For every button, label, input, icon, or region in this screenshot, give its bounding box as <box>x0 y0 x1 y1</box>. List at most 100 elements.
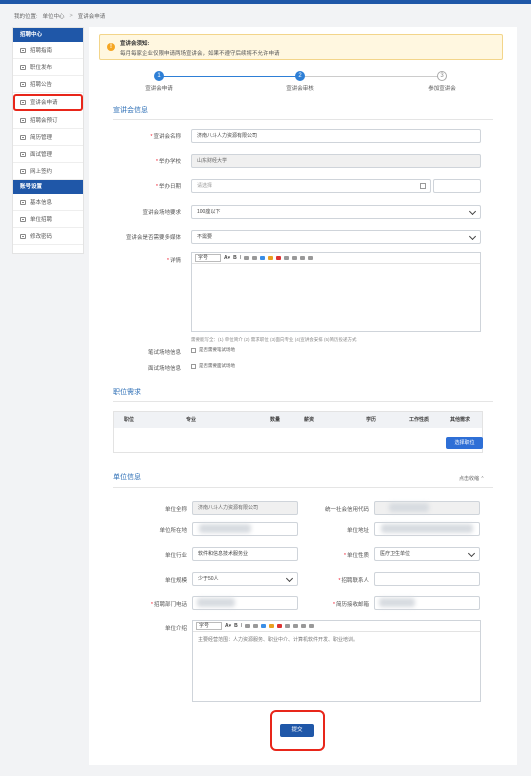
document-icon <box>20 81 26 87</box>
intro-text: 主要经营范围：人力资源服务、职业中介、计算机软件开发、职业培训。 <box>198 637 359 643</box>
font-color-icon[interactable]: A▾ <box>225 623 231 629</box>
sidebar-item-basic-info[interactable]: 基本信息 <box>13 194 83 211</box>
school-input: 山东财经大学 <box>191 154 481 168</box>
image-icon[interactable] <box>260 256 266 260</box>
table-header-cell: 数量 <box>270 417 281 423</box>
sidebar-item-password[interactable]: 修改密码 <box>13 228 83 245</box>
sidebar-item-post-job[interactable]: 职位发布 <box>13 59 83 76</box>
contact-input[interactable] <box>374 572 480 586</box>
image-icon[interactable] <box>261 624 267 628</box>
notice-banner: ! 宣讲会须知: 每月每家企业仅限申请两场宣讲会，如果不遵守后续将不允许申请 <box>99 34 503 60</box>
written-venue-checkbox[interactable]: 是否需要笔试场地 <box>191 347 235 353</box>
divider <box>113 401 493 402</box>
detail-editor[interactable]: 字号 A▾ B I <box>191 252 481 332</box>
date-picker[interactable]: 请选择 <box>191 179 431 193</box>
bold-icon[interactable]: B <box>234 623 238 629</box>
table-icon[interactable] <box>277 624 283 628</box>
font-size-select[interactable]: 字号 <box>195 254 222 262</box>
sidebar-item-company-recruit[interactable]: 单位招聘 <box>13 211 83 228</box>
link-icon[interactable] <box>253 624 259 628</box>
detail-hint: 需要能写全：(1) 单位简介 (2) 需求职位 (3)面向专业 (4)宣讲会安排… <box>191 337 357 342</box>
sidebar-item-interview[interactable]: 面试管理 <box>13 146 83 163</box>
step-number: 2 <box>295 71 305 81</box>
sidebar-item-label: 招聘指南 <box>30 48 53 54</box>
sidebar-item-job-fair[interactable]: 招聘会预订 <box>13 112 83 129</box>
align-left-icon[interactable] <box>285 624 291 628</box>
scale-select[interactable]: 少于50人 <box>192 572 298 586</box>
select-position-button[interactable]: 选择职位 <box>446 437 483 449</box>
interview-venue-checkbox[interactable]: 是否需要面试场地 <box>191 363 235 369</box>
multimedia-select[interactable]: 不需要 <box>191 230 481 244</box>
scale-label: 单位规模 <box>164 578 187 584</box>
top-bar <box>0 0 531 4</box>
credit-code-label: 统一社会信用代码 <box>324 507 369 513</box>
checkbox[interactable] <box>191 347 196 353</box>
email-label: 简历接收邮箱 <box>289 600 369 608</box>
sidebar-item-label: 招聘公告 <box>30 82 53 88</box>
sidebar-item-announcement[interactable]: 招聘公告 <box>13 76 83 93</box>
breadcrumb-item-center[interactable]: 单位中心 <box>43 12 65 20</box>
table-header-cell: 工作性质 <box>409 417 430 423</box>
attachment-icon[interactable] <box>268 256 274 260</box>
written-venue-label: 笔试场地信息 <box>147 350 181 356</box>
document-icon <box>20 117 26 123</box>
document-icon <box>20 134 26 140</box>
align-right-icon[interactable] <box>301 624 307 628</box>
sidebar-item-label: 面试管理 <box>30 152 53 158</box>
seminar-name-input[interactable]: 济南八斗人力资源有限公司 <box>191 129 481 143</box>
align-center-icon[interactable] <box>292 256 298 260</box>
sidebar-section-account: 账号设置 <box>13 180 83 194</box>
calendar-icon <box>420 183 426 189</box>
sidebar-item-seminar-apply[interactable]: 宣讲会申请 <box>13 94 83 111</box>
align-center-icon[interactable] <box>293 624 299 628</box>
seminar-name-label: 宣讲会名称 <box>109 132 181 140</box>
sidebar-item-resume[interactable]: 简历管理 <box>13 129 83 146</box>
italic-icon[interactable]: I <box>241 623 242 629</box>
sidebar-item-sign[interactable]: 网上签约 <box>13 163 83 180</box>
submit-button[interactable]: 提交 <box>280 724 314 737</box>
sidebar-item-label: 职位发布 <box>30 65 53 71</box>
table-icon[interactable] <box>276 256 282 260</box>
step-attend: 3 参加宣讲会 <box>402 71 482 92</box>
location-label: 单位所在地 <box>159 528 187 534</box>
link-icon[interactable] <box>252 256 258 260</box>
align-right-icon[interactable] <box>300 256 306 260</box>
font-color-icon[interactable]: A▾ <box>224 255 230 261</box>
chevron-down-icon <box>468 207 477 216</box>
document-icon <box>20 233 26 239</box>
list-icon[interactable] <box>245 624 251 628</box>
collapse-toggle[interactable]: 点击收缩 ⌃ <box>459 475 485 482</box>
redacted-area <box>381 524 473 533</box>
breadcrumb: 我的位置: 单位中心 > 宣讲会申请 <box>14 12 105 20</box>
sidebar-item-label: 修改密码 <box>30 234 53 240</box>
redacted-area <box>197 598 235 607</box>
phone-label: 招聘部门电话 <box>99 600 187 608</box>
list-icon[interactable] <box>244 256 250 260</box>
divider <box>113 487 493 488</box>
bold-icon[interactable]: B <box>233 255 237 261</box>
intro-editor[interactable]: 字号 A▾ B I 主要经营范围：人力资源服务、职业中介、计算机软件开发、职业培… <box>192 620 481 702</box>
sidebar-item-guide[interactable]: 招聘指南 <box>13 42 83 59</box>
italic-icon[interactable]: I <box>240 255 241 261</box>
fullscreen-icon[interactable] <box>308 256 314 260</box>
align-left-icon[interactable] <box>284 256 290 260</box>
industry-label: 单位行业 <box>164 553 187 559</box>
interview-venue-label: 面试场地信息 <box>147 366 181 372</box>
company-name-label: 单位全称 <box>164 507 187 513</box>
fullscreen-icon[interactable] <box>309 624 315 628</box>
font-size-select[interactable]: 字号 <box>196 622 223 630</box>
document-icon <box>20 216 26 222</box>
sidebar-item-label: 宣讲会申请 <box>30 100 58 106</box>
notice-title: 宣讲会须知: <box>120 41 150 47</box>
venue-select[interactable]: 100座以下 <box>191 205 481 219</box>
date-extra-input[interactable] <box>433 179 481 193</box>
nature-select[interactable]: 医疗卫生单位 <box>374 547 480 561</box>
step-apply: 1 宣讲会申请 <box>119 71 199 92</box>
checkbox[interactable] <box>191 363 196 369</box>
industry-input[interactable]: 软件和信息技术服务业 <box>192 547 298 561</box>
document-icon <box>20 47 26 53</box>
section-title-seminar: 宣讲会信息 <box>113 107 148 114</box>
attachment-icon[interactable] <box>269 624 275 628</box>
main-panel: ! 宣讲会须知: 每月每家企业仅限申请两场宣讲会，如果不遵守后续将不允许申请 1… <box>89 27 517 765</box>
editor-toolbar: 字号 A▾ B I <box>193 621 480 632</box>
